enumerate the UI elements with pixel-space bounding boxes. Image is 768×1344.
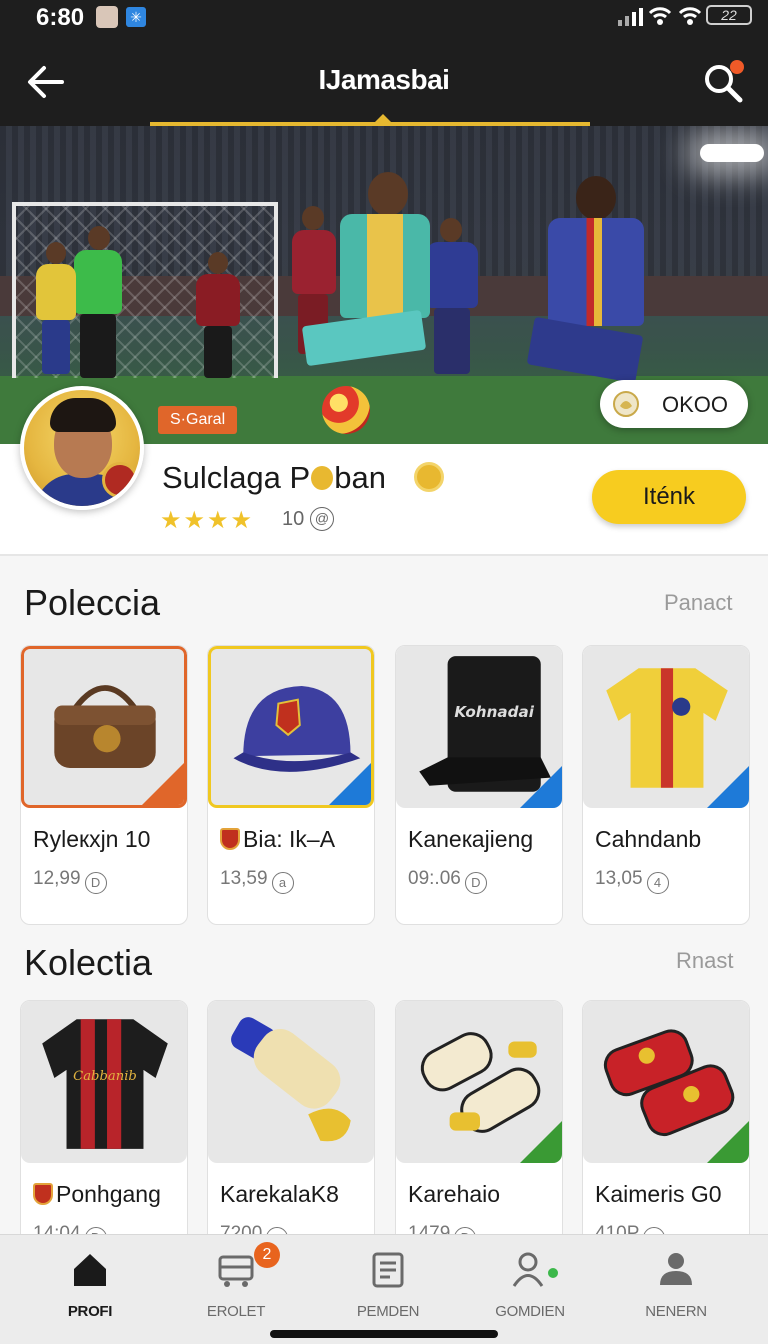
top-bar: 6:80 ✳ 22 IJamasbai bbox=[0, 0, 768, 126]
nav-item-profi[interactable]: PROFI bbox=[20, 1245, 160, 1329]
verified-badge-icon bbox=[414, 462, 444, 492]
product-image-jersey-red: Cabbanib bbox=[21, 1001, 187, 1163]
product-card[interactable]: Ryleкxjn 10 12,99 D bbox=[20, 645, 188, 925]
section-link-1[interactable]: Panact bbox=[664, 590, 733, 616]
club-badge-icon bbox=[33, 1183, 53, 1205]
home-indicator bbox=[270, 1330, 498, 1338]
nav-item-pemden[interactable]: PEMDEN bbox=[318, 1245, 458, 1329]
nav-item-erolet[interactable]: EROLET bbox=[166, 1245, 306, 1329]
star-rating: ★★★★ bbox=[160, 507, 255, 534]
status-bar: 6:80 ✳ 22 bbox=[0, 0, 768, 40]
home-icon bbox=[74, 1254, 106, 1286]
product-image-roller bbox=[208, 1001, 374, 1163]
signal-icon bbox=[618, 8, 643, 26]
cart-count-badge: 2 bbox=[254, 1242, 280, 1268]
document-icon bbox=[372, 1252, 404, 1288]
club-badge-icon bbox=[220, 828, 240, 850]
wifi-secondary-icon bbox=[678, 7, 702, 25]
product-price: 09:.06 D bbox=[408, 868, 487, 894]
section-title-2: Kolectia bbox=[24, 942, 153, 983]
product-brand-text: Kohnadai bbox=[454, 703, 534, 721]
profile-name: Sulclaga Pban bbox=[162, 460, 386, 495]
product-name: KarekalaK8 bbox=[220, 1181, 339, 1207]
app-notification-icon: ✳ bbox=[126, 7, 146, 27]
product-image-cap bbox=[208, 646, 374, 808]
profile-icon bbox=[660, 1253, 692, 1285]
product-name: Kaneкajieng bbox=[408, 826, 534, 852]
nav-item-nenern[interactable]: NENERN bbox=[606, 1245, 746, 1329]
hero-tag: S·Garal bbox=[158, 406, 238, 434]
nav-label: NENERN bbox=[645, 1303, 707, 1320]
online-status-dot bbox=[548, 1268, 558, 1278]
nav-label: PROFI bbox=[67, 1303, 113, 1320]
wifi-icon bbox=[648, 7, 672, 25]
coin-value: OKOO bbox=[662, 392, 729, 417]
notification-dot bbox=[730, 60, 744, 74]
product-image-red-pads bbox=[583, 1001, 749, 1163]
product-price: 13,59 a bbox=[220, 868, 294, 894]
floodlight bbox=[700, 144, 764, 162]
product-image-shin-guards bbox=[396, 1001, 562, 1163]
photo-notification-icon bbox=[96, 6, 118, 28]
product-name: Cahndanb bbox=[595, 826, 702, 852]
avatar[interactable] bbox=[20, 386, 144, 510]
coin-balance[interactable]: OKOO bbox=[600, 380, 748, 428]
football bbox=[322, 386, 370, 434]
club-crest-icon bbox=[102, 462, 138, 498]
section-link-2[interactable]: Rnast bbox=[676, 948, 733, 974]
status-time: 6:80 bbox=[36, 4, 85, 31]
battery-indicator: 22 bbox=[706, 5, 752, 25]
bottom-navigation: PROFI EROLET PEMDEN GOMDIEN NENERN bbox=[0, 1234, 768, 1344]
product-name: Bia: Ik–A bbox=[220, 826, 335, 853]
rating-count: 10 bbox=[282, 508, 305, 530]
product-card[interactable]: Bia: Ik–A 13,59 a bbox=[207, 645, 375, 925]
product-name: Kaimeris G0 bbox=[595, 1181, 722, 1207]
jersey-text: Cabbanib bbox=[73, 1069, 137, 1084]
product-image-bag bbox=[21, 646, 187, 808]
product-name: Karehaio bbox=[408, 1181, 501, 1207]
section-title-1: Poleccia bbox=[24, 582, 161, 623]
follow-button[interactable]: Iténk bbox=[592, 470, 746, 524]
coin-icon bbox=[613, 391, 639, 417]
product-price: 12,99 D bbox=[33, 868, 107, 894]
product-image-jersey-yellow bbox=[583, 646, 749, 808]
user-icon bbox=[512, 1252, 544, 1287]
product-card[interactable]: Cahndanb 13,05 4 bbox=[582, 645, 750, 925]
nav-label: GOMDIEN bbox=[495, 1303, 565, 1320]
product-card[interactable]: Kohnadai Kaneкajieng 09:.06 D bbox=[395, 645, 563, 925]
product-name: Ponhgang bbox=[33, 1181, 161, 1208]
nav-item-gomdien[interactable]: GOMDIEN bbox=[460, 1245, 600, 1329]
name-emblem-icon bbox=[311, 466, 334, 490]
product-name: Ryleкxjn 10 bbox=[33, 826, 151, 852]
nav-label: PEMDEN bbox=[356, 1303, 420, 1320]
cart-icon bbox=[218, 1255, 254, 1287]
page-title: IJamasbai bbox=[318, 64, 450, 95]
nav-label: EROLET bbox=[206, 1303, 266, 1320]
header-caret bbox=[374, 114, 392, 123]
rating-icon: @ bbox=[310, 507, 334, 531]
product-image-pad: Kohnadai bbox=[396, 646, 562, 808]
product-price: 13,05 4 bbox=[595, 868, 669, 894]
